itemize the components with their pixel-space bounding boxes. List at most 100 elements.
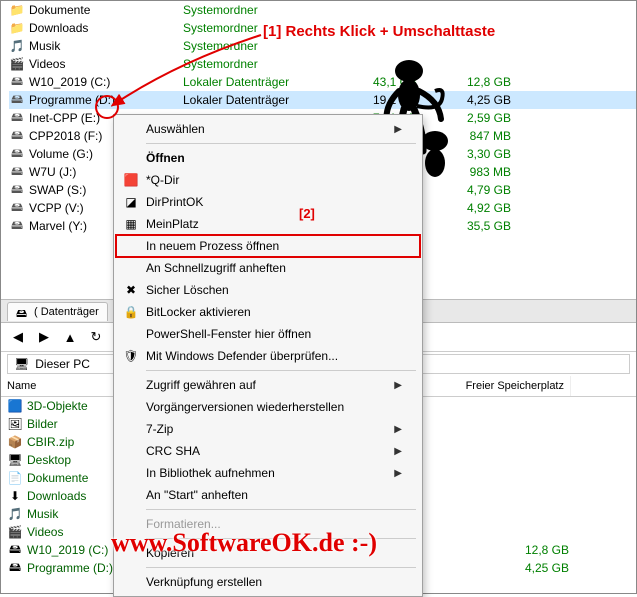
menu-label: CRC SHA — [146, 444, 200, 458]
item-icon: 🎵 — [7, 506, 23, 522]
menu-item[interactable]: ▦ MeinPlatz — [116, 213, 420, 235]
menu-item[interactable]: ◪DirPrintOK — [116, 191, 420, 213]
menu-label: An "Start" anheften — [146, 488, 248, 502]
submenu-arrow-icon: ▶ — [394, 380, 402, 391]
menu-item[interactable]: Auswählen▶ — [116, 118, 420, 140]
nav-fwd-button[interactable]: ▶ — [33, 326, 55, 348]
item-free: 847 MB — [421, 129, 511, 143]
item-icon: 🖴 — [9, 92, 25, 108]
item-free: 2,59 GB — [421, 111, 511, 125]
menu-label: Sicher Löschen — [146, 283, 229, 297]
annotation-1: [1] Rechts Klick + Umschalttaste — [263, 23, 495, 40]
item-icon: 🖥 — [7, 452, 23, 468]
item-icon: 📁 — [9, 20, 25, 36]
menu-item[interactable]: 🔒 BitLocker aktivieren — [116, 301, 420, 323]
item-free: 4,25 GB — [419, 561, 569, 575]
context-menu: Auswählen▶Öffnen🟥*Q-Dir◪DirPrintOK▦MeinP… — [113, 114, 423, 597]
menu-label: 7-Zip — [146, 422, 173, 436]
item-name: Musik — [29, 39, 179, 53]
menu-item[interactable]: An "Start" anheften — [116, 484, 420, 506]
menu-label: Öffnen — [146, 151, 185, 165]
menu-item[interactable]: 🛡Mit Windows Defender überprüfen... — [116, 345, 420, 367]
item-free: 4,25 GB — [421, 93, 511, 107]
menu-label: *Q-Dir — [146, 173, 179, 187]
item-icon: 🖴 — [7, 542, 23, 558]
menu-separator — [146, 567, 416, 568]
item-size: 19,2 GB — [327, 93, 417, 107]
menu-item[interactable]: CRC SHA ▶ — [116, 440, 420, 462]
item-icon: ⬇ — [7, 488, 23, 504]
menu-label: Vorgängerversionen wiederherstellen — [146, 400, 344, 414]
item-icon: 🖴 — [9, 182, 25, 198]
drive-row[interactable]: 📁 Dokumente Systemordner — [9, 1, 636, 19]
item-icon: 🖴 — [9, 164, 25, 180]
item-icon: 🎵 — [9, 38, 25, 54]
item-type: Lokaler Datenträger — [183, 75, 323, 89]
item-icon: 📄 — [7, 470, 23, 486]
refresh-button[interactable]: ↻ — [85, 326, 107, 348]
menu-item[interactable]: 7-Zip ▶ — [116, 418, 420, 440]
menu-item[interactable]: In Bibliothek aufnehmen ▶ — [116, 462, 420, 484]
item-free: 983 MB — [421, 165, 511, 179]
menu-separator — [146, 509, 416, 510]
drive-icon: 🖴 — [16, 305, 30, 319]
item-icon: 📦 — [7, 434, 23, 450]
item-icon: 🖴 — [9, 146, 25, 162]
menu-item[interactable]: 🟥 *Q-Dir — [116, 169, 420, 191]
item-type: Systemordner — [183, 3, 323, 17]
menu-item[interactable]: An Schnellzugriff anheften — [116, 257, 420, 279]
menu-icon: 🛡 — [122, 347, 140, 365]
item-icon: 🎬 — [9, 56, 25, 72]
menu-separator — [146, 370, 416, 371]
menu-item[interactable]: Zugriff gewähren auf▶ — [116, 374, 420, 396]
menu-item[interactable]: PowerShell-Fenster hier öffnen — [116, 323, 420, 345]
item-free: 3,30 GB — [421, 147, 511, 161]
item-free: 12,8 GB — [419, 543, 569, 557]
item-name: Downloads — [29, 21, 179, 35]
item-icon: 📁 — [9, 2, 25, 18]
menu-label: BitLocker aktivieren — [146, 305, 251, 319]
annotation-2: [2] — [299, 206, 315, 221]
menu-label: Auswählen — [146, 122, 205, 136]
menu-label: PowerShell-Fenster hier öffnen — [146, 327, 311, 341]
menu-icon: ◪ — [122, 193, 140, 211]
menu-separator — [146, 143, 416, 144]
item-type: Lokaler Datenträger — [183, 93, 323, 107]
menu-item[interactable]: Verknüpfung erstellen — [116, 571, 420, 593]
item-free: 12,8 GB — [421, 75, 511, 89]
annotation-circle — [95, 95, 119, 119]
menu-icon: ✖ — [122, 281, 140, 299]
submenu-arrow-icon: ▶ — [394, 446, 402, 457]
item-free: 4,92 GB — [421, 201, 511, 215]
nav-back-button[interactable]: ◀ — [7, 326, 29, 348]
item-icon: 🖴 — [9, 74, 25, 90]
tab-drives[interactable]: 🖴 ( Datenträger — [7, 302, 108, 321]
col-free[interactable]: Freier Speicherplatz — [421, 376, 571, 396]
menu-item[interactable]: Öffnen — [116, 147, 420, 169]
drive-row[interactable]: 🖴 W10_2019 (C:) Lokaler Datenträger 43,1 GB… — [9, 73, 636, 91]
item-icon: 🖴 — [9, 128, 25, 144]
crumb-label: Dieser PC — [35, 357, 90, 371]
submenu-arrow-icon: ▶ — [394, 468, 402, 479]
menu-item[interactable]: In neuem Prozess öffnen — [116, 235, 420, 257]
menu-icon: 🟥 — [122, 171, 140, 189]
menu-label: In Bibliothek aufnehmen — [146, 466, 275, 480]
item-icon: 🟦 — [7, 398, 23, 414]
item-icon: 🎬 — [7, 524, 23, 540]
item-size: 43,1 GB — [327, 75, 417, 89]
item-name: Videos — [29, 57, 179, 71]
item-icon: 🖴 — [9, 200, 25, 216]
drive-row[interactable]: 🎬VideosSystemordner — [9, 55, 636, 73]
nav-up-button[interactable]: ▲ — [59, 326, 81, 348]
item-name: W10_2019 (C:) — [29, 75, 179, 89]
menu-label: MeinPlatz — [146, 217, 199, 231]
item-free: 35,5 GB — [421, 219, 511, 233]
menu-icon: 🔒 — [122, 303, 140, 321]
item-name: Dokumente — [29, 3, 179, 17]
menu-label: In neuem Prozess öffnen — [146, 239, 279, 253]
menu-icon: ▦ — [122, 215, 140, 233]
menu-item[interactable]: Vorgängerversionen wiederherstellen — [116, 396, 420, 418]
menu-item[interactable]: ✖ Sicher Löschen — [116, 279, 420, 301]
item-icon: 🖴 — [7, 560, 23, 576]
submenu-arrow-icon: ▶ — [394, 424, 402, 435]
